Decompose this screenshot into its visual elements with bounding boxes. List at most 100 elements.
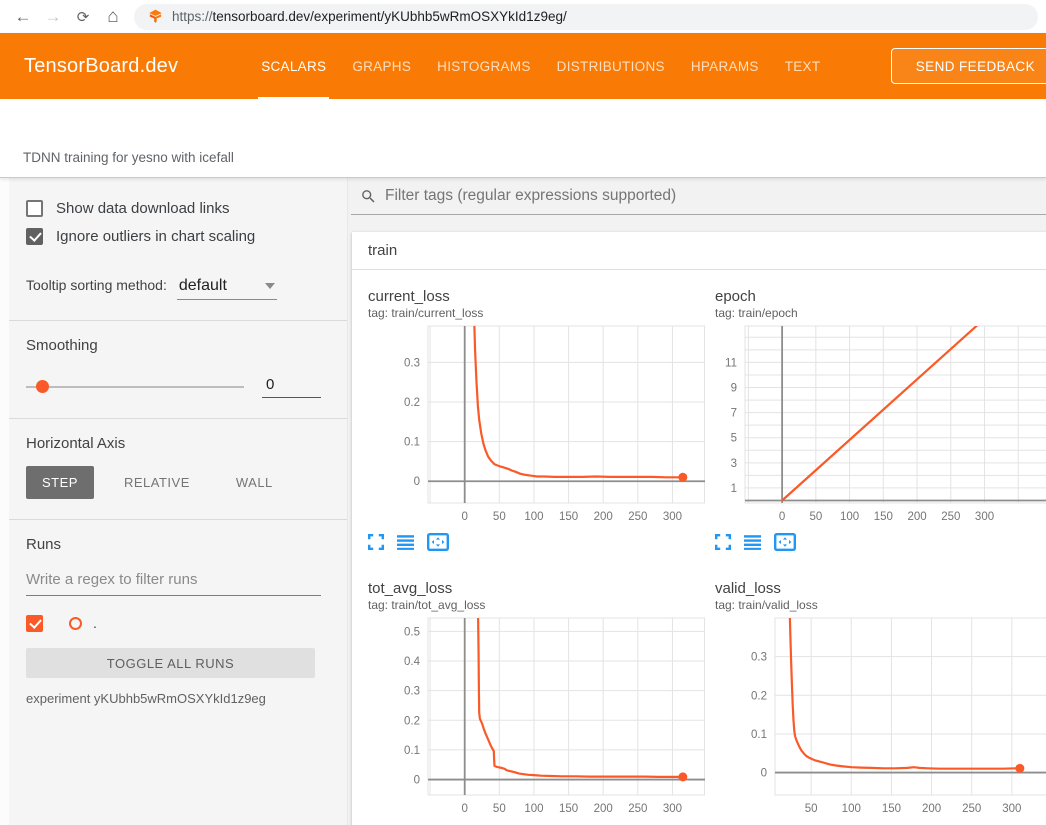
tab-graphs[interactable]: GRAPHS bbox=[339, 33, 424, 99]
svg-text:50: 50 bbox=[805, 803, 818, 815]
checkbox-unchecked-icon[interactable] bbox=[26, 200, 43, 217]
toggle-all-runs-button[interactable]: TOGGLE ALL RUNS bbox=[26, 648, 315, 678]
svg-text:0.3: 0.3 bbox=[751, 652, 767, 664]
axis-step-button[interactable]: STEP bbox=[26, 466, 94, 499]
send-feedback-button[interactable]: SEND FEEDBACK bbox=[891, 48, 1046, 84]
filter-tags-field[interactable] bbox=[351, 178, 1046, 215]
chart-plot[interactable]: 05010015020025030000.10.20.30.40.5 bbox=[368, 616, 705, 819]
run-row[interactable]: . bbox=[26, 611, 321, 635]
tag-group-card: train current_loss tag: train/current_lo… bbox=[352, 232, 1046, 825]
svg-text:0: 0 bbox=[461, 803, 467, 815]
svg-text:100: 100 bbox=[840, 511, 859, 523]
svg-text:300: 300 bbox=[1002, 803, 1021, 815]
svg-text:150: 150 bbox=[882, 803, 901, 815]
chart-title: valid_loss bbox=[715, 580, 1046, 597]
tag-group-header-train[interactable]: train bbox=[352, 232, 1046, 270]
tooltip-sorting-label: Tooltip sorting method: bbox=[26, 277, 167, 293]
svg-text:250: 250 bbox=[941, 511, 960, 523]
fullscreen-icon[interactable] bbox=[715, 534, 731, 550]
tooltip-sorting-select[interactable]: default bbox=[177, 277, 277, 300]
slider-thumb[interactable] bbox=[36, 380, 49, 393]
log-scale-icon[interactable] bbox=[744, 534, 761, 550]
svg-text:250: 250 bbox=[628, 511, 647, 523]
smoothing-slider[interactable] bbox=[26, 380, 244, 394]
svg-text:100: 100 bbox=[842, 803, 861, 815]
chart-title: current_loss bbox=[368, 288, 715, 305]
svg-text:0.4: 0.4 bbox=[404, 656, 421, 668]
svg-text:100: 100 bbox=[524, 511, 543, 523]
chart-tag: tag: train/current_loss bbox=[368, 306, 715, 320]
smoothing-value-input[interactable]: 0 bbox=[262, 376, 321, 398]
tab-histograms[interactable]: HISTOGRAMS bbox=[424, 33, 544, 99]
svg-text:0: 0 bbox=[761, 768, 767, 780]
svg-text:0: 0 bbox=[461, 511, 467, 523]
tab-hparams[interactable]: HPARAMS bbox=[678, 33, 772, 99]
tab-text[interactable]: TEXT bbox=[772, 33, 834, 99]
tab-scalars[interactable]: SCALARS bbox=[248, 33, 339, 99]
svg-text:3: 3 bbox=[731, 458, 737, 470]
svg-text:0.2: 0.2 bbox=[404, 397, 420, 409]
run-checkbox[interactable] bbox=[26, 615, 43, 632]
tab-distributions[interactable]: DISTRIBUTIONS bbox=[544, 33, 678, 99]
svg-text:200: 200 bbox=[907, 511, 926, 523]
scalars-main-panel: train current_loss tag: train/current_lo… bbox=[348, 178, 1046, 825]
svg-text:0.5: 0.5 bbox=[404, 626, 420, 638]
svg-text:0: 0 bbox=[414, 476, 420, 488]
tab-bar: SCALARS GRAPHS HISTOGRAMS DISTRIBUTIONS … bbox=[248, 33, 833, 99]
slider-track[interactable] bbox=[26, 386, 244, 388]
scalar-chart: valid_loss tag: train/valid_loss 50 100 15… bbox=[715, 580, 1046, 825]
app-logo: TensorBoard.dev bbox=[24, 55, 178, 78]
settings-sidebar: Show data download links Ignore outliers… bbox=[0, 178, 348, 825]
runs-filter-field[interactable] bbox=[26, 571, 321, 596]
url-text: https://tensorboard.dev/experiment/yKUbh… bbox=[172, 9, 567, 24]
svg-text:50: 50 bbox=[493, 511, 506, 523]
svg-text:250: 250 bbox=[962, 803, 981, 815]
svg-text:0: 0 bbox=[414, 775, 420, 787]
svg-text:0.3: 0.3 bbox=[404, 686, 420, 698]
axis-wall-button[interactable]: WALL bbox=[220, 466, 289, 499]
filter-tags-input[interactable] bbox=[385, 187, 1046, 205]
svg-text:1: 1 bbox=[731, 483, 737, 495]
runs-label: Runs bbox=[26, 536, 321, 553]
chevron-down-icon bbox=[265, 283, 275, 289]
home-icon[interactable]: ⌂ bbox=[98, 4, 128, 30]
charts-grid: current_loss tag: train/current_loss 050… bbox=[352, 270, 1046, 825]
svg-text:150: 150 bbox=[874, 511, 893, 523]
svg-text:9: 9 bbox=[731, 383, 737, 395]
chart-plot[interactable]: 05010015020025030000.10.20.3 bbox=[368, 324, 705, 527]
chart-plot[interactable]: 0501001502002503001357911 bbox=[715, 324, 1046, 527]
svg-text:100: 100 bbox=[524, 803, 543, 815]
fullscreen-icon[interactable] bbox=[368, 534, 384, 550]
experiment-title: TDNN training for yesno with icefall bbox=[23, 150, 234, 165]
fit-domain-icon[interactable] bbox=[774, 533, 796, 551]
scalar-chart: epoch tag: train/epoch 05010015020025030… bbox=[715, 288, 1046, 552]
svg-text:250: 250 bbox=[628, 803, 647, 815]
fit-domain-icon[interactable] bbox=[427, 533, 449, 551]
back-icon[interactable]: ← bbox=[8, 4, 38, 30]
svg-text:300: 300 bbox=[975, 511, 994, 523]
log-scale-icon[interactable] bbox=[397, 534, 414, 550]
svg-text:0.3: 0.3 bbox=[404, 357, 420, 369]
run-name: . bbox=[93, 615, 97, 631]
horizontal-axis-label: Horizontal Axis bbox=[26, 435, 321, 452]
svg-text:7: 7 bbox=[731, 408, 737, 420]
scalar-chart: tot_avg_loss tag: train/tot_avg_loss 050… bbox=[368, 580, 715, 825]
chart-actions bbox=[368, 532, 715, 552]
svg-text:300: 300 bbox=[663, 803, 682, 815]
svg-text:150: 150 bbox=[559, 511, 578, 523]
svg-text:5: 5 bbox=[731, 433, 737, 445]
chart-plot[interactable]: 5010015020025030000.10.20.3 bbox=[715, 616, 1046, 819]
forward-icon[interactable]: → bbox=[38, 4, 68, 30]
scalar-chart: current_loss tag: train/current_loss 0 50… bbox=[368, 288, 715, 552]
svg-text:50: 50 bbox=[493, 803, 506, 815]
svg-text:150: 150 bbox=[559, 803, 578, 815]
experiment-id-label: experiment yKUbhb5wRmOSXYkId1z9eg bbox=[26, 691, 321, 706]
show-download-links-checkbox[interactable]: Show data download links bbox=[26, 194, 321, 222]
axis-relative-button[interactable]: RELATIVE bbox=[108, 466, 206, 499]
address-bar[interactable]: https://tensorboard.dev/experiment/yKUbh… bbox=[134, 4, 1038, 30]
checkbox-checked-icon[interactable] bbox=[26, 228, 43, 245]
chart-tag: tag: train/valid_loss bbox=[715, 598, 1046, 612]
ignore-outliers-checkbox[interactable]: Ignore outliers in chart scaling bbox=[26, 222, 321, 250]
runs-filter-input[interactable] bbox=[26, 571, 321, 588]
reload-icon[interactable]: ⟳ bbox=[68, 4, 98, 30]
